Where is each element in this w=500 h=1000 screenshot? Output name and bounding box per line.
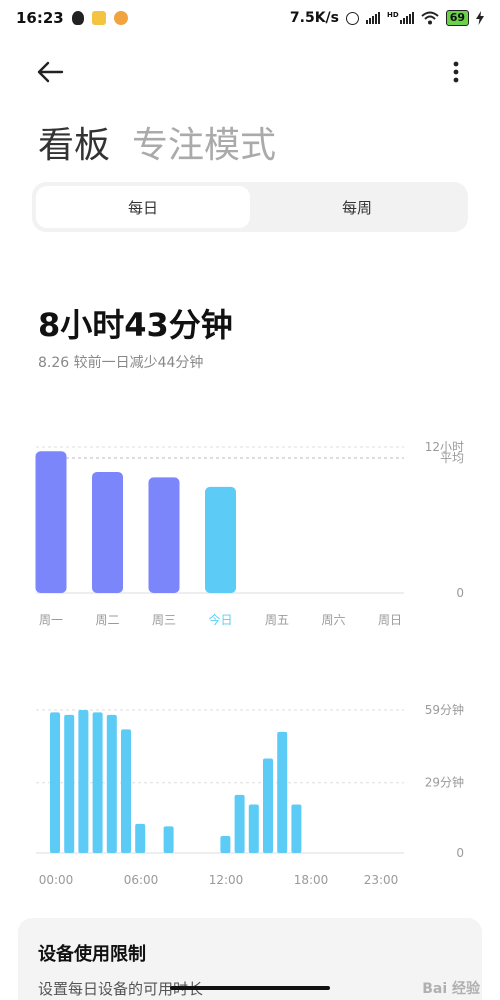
more-options-icon[interactable]: [448, 58, 464, 86]
weekly-x-tick-label-4: 周五: [265, 613, 289, 627]
tab-dashboard[interactable]: 看板: [38, 116, 110, 168]
wifi-icon: [421, 11, 439, 25]
signal-icon-2: [399, 12, 414, 24]
hourly-x-tick-label-3: 18:00: [294, 873, 329, 887]
hourly-bar-15: [263, 758, 273, 853]
hd-label: HD: [387, 11, 399, 19]
weekly-x-tick-label-0: 周一: [39, 613, 63, 627]
hourly-x-tick-label-1: 06:00: [124, 873, 159, 887]
charging-icon: [476, 11, 484, 25]
hourly-x-tick-label-2: 12:00: [209, 873, 244, 887]
hourly-y-tick-label-0: 59分钟: [425, 702, 464, 717]
network-speed: 7.5K/s: [289, 10, 340, 26]
weekly-x-tick-label-5: 周六: [321, 613, 345, 627]
card-title: 设备使用限制: [38, 944, 146, 965]
hourly-bar-8: [163, 826, 174, 853]
hourly-bar-16: [277, 731, 288, 853]
weekly-bar-2: [148, 477, 180, 593]
weekly-x-tick-label-6: 周日: [378, 613, 402, 627]
qq-icon: [71, 11, 84, 25]
hourly-bar-13: [234, 794, 245, 853]
hourly-bar-2: [78, 710, 89, 853]
folder-icon: [91, 11, 106, 25]
weekly-bar-3: [205, 486, 236, 593]
period-segmented-control: 每日 每周: [32, 182, 468, 232]
tab-focus-mode[interactable]: 专注模式: [132, 116, 276, 168]
weekly-bar-1: [92, 471, 123, 593]
hourly-y-tick-label-1: 29分钟: [425, 775, 464, 790]
hourly-bar-14: [248, 804, 259, 853]
signal-icon: [366, 12, 381, 24]
weekly-x-tick-label-1: 周二: [95, 613, 119, 627]
segment-daily[interactable]: 每日: [36, 186, 250, 228]
hourly-bar-12: [220, 836, 231, 853]
hourly-bar-5: [121, 729, 131, 853]
app-notification-icon: [113, 11, 128, 25]
weekly-y-tick-label-0: 12小时: [425, 440, 464, 454]
weekly-x-tick-label-3: 今日: [208, 612, 232, 627]
weekly-average-label: 平均: [440, 451, 464, 465]
home-indicator[interactable]: [170, 986, 330, 990]
usage-comparison: 8.26 较前一日减少44分钟: [38, 355, 204, 371]
hourly-bar-4: [106, 714, 117, 853]
segment-weekly[interactable]: 每周: [250, 186, 464, 228]
app-bar: [0, 52, 500, 92]
hourly-y-tick-label-2: 0: [456, 846, 464, 860]
hourly-bar-17: [291, 804, 302, 853]
page-title-tabs: 看板 专注模式: [38, 116, 276, 168]
hourly-x-tick-label-4: 23:00: [364, 873, 399, 887]
hourly-bar-1: [64, 714, 75, 853]
watermark: Bai 经验: [422, 981, 480, 997]
hourly-bar-3: [92, 712, 103, 853]
weekly-y-tick-label-1: 0: [456, 586, 464, 600]
status-time: 16:23: [16, 9, 64, 27]
status-bar: 16:23 7.5K/s HD 69: [0, 0, 500, 36]
alarm-icon: [346, 11, 360, 25]
back-arrow-icon[interactable]: [34, 58, 66, 86]
weekly-x-tick-label-2: 周三: [152, 613, 176, 627]
hourly-x-tick-label-0: 00:00: [39, 873, 74, 887]
weekly-bar-0: [35, 451, 67, 593]
hourly-bar-6: [135, 823, 146, 853]
hourly-bar-0: [50, 712, 60, 853]
battery-icon: 69: [445, 10, 469, 26]
total-usage-time: 8小时43分钟: [38, 306, 233, 344]
